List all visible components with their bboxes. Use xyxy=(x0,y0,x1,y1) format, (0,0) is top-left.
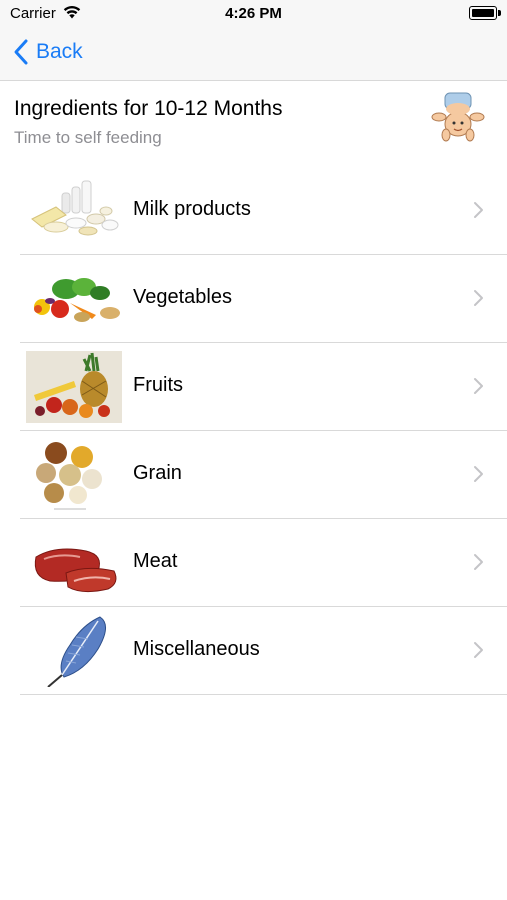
status-bar: Carrier 4:26 PM xyxy=(0,0,507,28)
back-button-label: Back xyxy=(36,40,83,63)
back-button[interactable]: Back xyxy=(12,36,83,68)
list-item-label: Vegetables xyxy=(133,286,232,308)
battery-icon xyxy=(469,6,501,20)
list-item-vegetables[interactable]: Vegetables xyxy=(20,255,507,343)
page-subtitle: Time to self feeding xyxy=(14,128,162,147)
list-item-label: Grain xyxy=(133,462,182,484)
chevron-right-icon xyxy=(474,642,483,658)
list-item-label: Milk products xyxy=(133,198,251,220)
list-item-label: Miscellaneous xyxy=(133,638,260,660)
list-item-milk-products[interactable]: Milk products xyxy=(20,167,507,255)
grain-icon xyxy=(36,442,102,510)
list-item-grain[interactable]: Grain xyxy=(20,431,507,519)
list-item-miscellaneous[interactable]: Miscellaneous xyxy=(20,607,507,695)
fruits-icon xyxy=(26,351,122,423)
page-title: Ingredients for 10-12 Months xyxy=(14,97,283,120)
ingredient-list: Milk products Vegetables Fruits Grain Me… xyxy=(0,167,507,695)
meat-icon xyxy=(34,548,117,593)
chevron-left-icon xyxy=(14,39,28,65)
milk-products-icon xyxy=(31,180,119,236)
chevron-right-icon xyxy=(474,290,483,306)
list-item-meat[interactable]: Meat xyxy=(20,519,507,607)
list-item-fruits[interactable]: Fruits xyxy=(20,343,507,431)
baby-icon xyxy=(431,92,485,142)
feather-icon xyxy=(47,616,106,687)
status-time: 4:26 PM xyxy=(225,5,282,22)
list-item-label: Fruits xyxy=(133,374,183,396)
chevron-right-icon xyxy=(474,554,483,570)
vegetables-icon xyxy=(34,278,120,322)
section-header: Ingredients for 10-12 Months Time to sel… xyxy=(0,81,507,160)
chevron-right-icon xyxy=(474,202,483,218)
chevron-right-icon xyxy=(474,378,483,394)
chevron-right-icon xyxy=(474,466,483,482)
navigation-bar: Carrier 4:26 PM Back xyxy=(0,0,507,81)
list-item-label: Meat xyxy=(133,550,178,572)
